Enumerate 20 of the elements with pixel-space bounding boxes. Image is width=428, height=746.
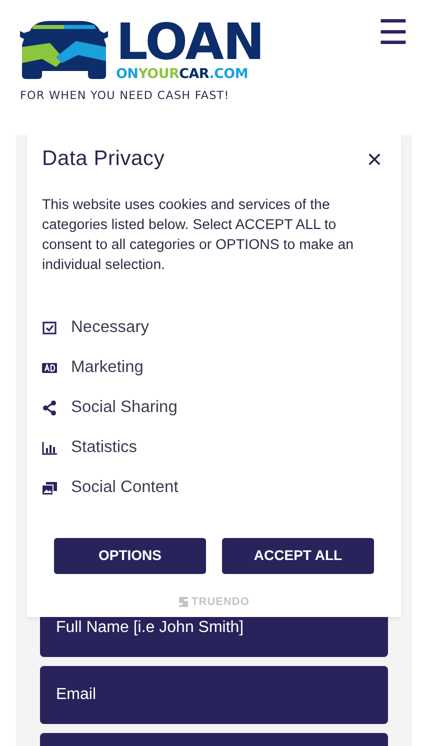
logo-wordmark: LOAN xyxy=(116,18,264,66)
category-label: Statistics xyxy=(71,437,138,458)
category-label: Social Sharing xyxy=(71,397,178,418)
input-field[interactable]: Email xyxy=(40,666,388,724)
share-icon xyxy=(42,400,58,416)
brand-logo-icon xyxy=(178,596,188,607)
checkbox-icon xyxy=(42,320,58,336)
category-label: Necessary xyxy=(71,317,149,338)
logo-domain: ONYOURCAR.COM xyxy=(116,66,249,82)
category-label: Social Content xyxy=(71,477,178,498)
dialog-title: Data Privacy xyxy=(42,146,165,172)
category-label: Marketing xyxy=(71,357,144,378)
images-icon xyxy=(42,480,58,496)
accept-all-button[interactable]: ACCEPT ALL xyxy=(222,538,374,574)
logo-tagline: FOR WHEN YOU NEED CASH FAST! xyxy=(20,88,230,104)
bar-chart-icon xyxy=(42,440,58,456)
car-handshake-logo-icon xyxy=(20,19,108,81)
dialog-description: This website uses cookies and services of the categories listed below. Select ACCEPT ALL to consent to all categories or OPTIONS to make an individual selection. xyxy=(42,196,354,274)
close-button[interactable]: × xyxy=(362,146,386,171)
options-button[interactable]: OPTIONS xyxy=(54,538,206,574)
